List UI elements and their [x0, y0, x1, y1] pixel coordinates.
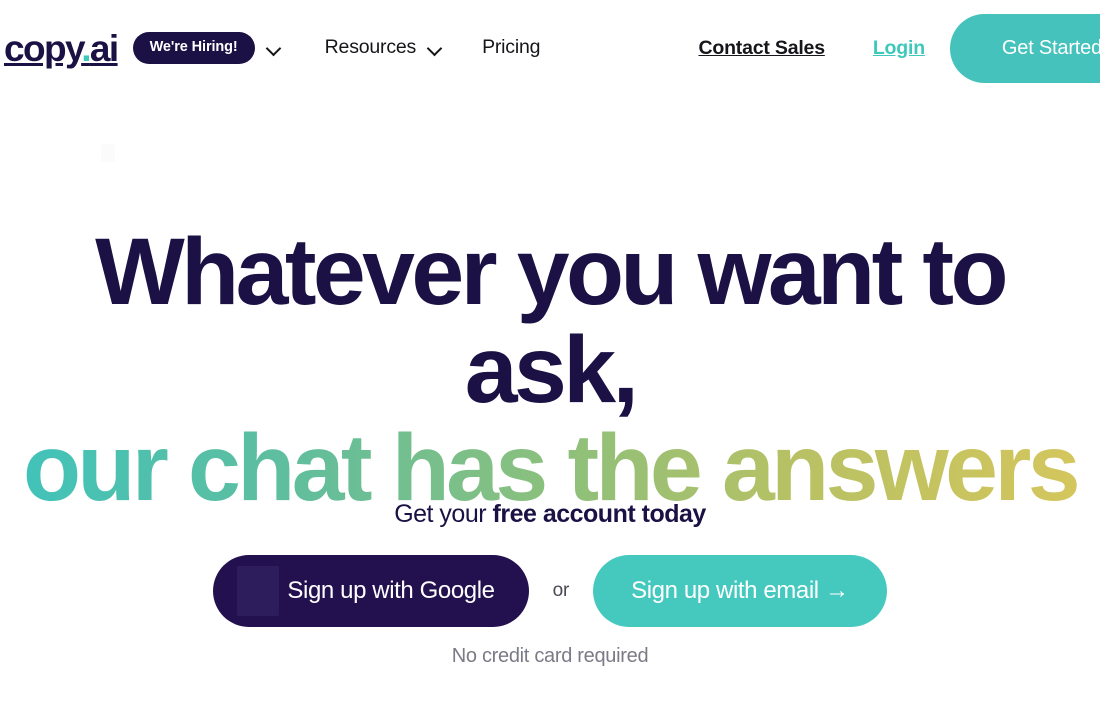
sign-up-with-google-label: Sign up with Google — [287, 577, 495, 604]
site-header: copy.ai We're Hiring! Resources Pricing … — [0, 0, 1100, 96]
no-credit-card-note: No credit card required — [451, 645, 649, 667]
hero-headline: Whatever you want to ask, our chat has t… — [0, 219, 1100, 518]
sign-up-with-email-button[interactable]: Sign up with email → — [593, 555, 887, 627]
headline-line-1: Whatever you want to ask, — [95, 219, 1008, 423]
logo-dot: . — [81, 27, 91, 69]
logo-text-ai: ai — [89, 27, 119, 69]
nav-item-resources-label: Resources — [324, 36, 417, 59]
sign-up-with-google-button[interactable]: Sign up with Google — [213, 555, 529, 627]
copyai-logo[interactable]: copy.ai — [4, 27, 119, 69]
nav-left-group: copy.ai We're Hiring! Resources Pricing — [0, 30, 540, 67]
get-started-button[interactable]: Get Started — [949, 13, 1100, 83]
hero-section: Whatever you want to ask, our chat has t… — [0, 96, 1100, 720]
google-logo-icon — [237, 566, 280, 616]
nav-item-pricing[interactable]: Pricing — [482, 38, 540, 58]
contact-sales-link[interactable]: Contact Sales — [698, 37, 825, 60]
nav-item-resources[interactable]: Resources — [325, 38, 442, 58]
subheading-emphasis: free account today — [492, 500, 707, 528]
logo-text-copy: copy — [4, 27, 83, 69]
login-link[interactable]: Login — [873, 37, 925, 60]
subheading-prefix: Get your — [394, 500, 493, 528]
chevron-down-icon[interactable] — [429, 42, 442, 55]
hiring-group[interactable]: We're Hiring! — [118, 32, 281, 64]
chevron-down-icon[interactable] — [268, 42, 281, 55]
were-hiring-badge[interactable]: We're Hiring! — [132, 32, 255, 64]
broken-image-artifact — [101, 144, 115, 162]
hero-subheading: Get your free account today — [0, 500, 1100, 529]
or-separator-label: or — [552, 580, 570, 601]
nav-right-group: Contact Sales Login Get Started — [698, 0, 1100, 96]
nav-item-pricing-label: Pricing — [482, 36, 541, 59]
cta-button-row: Sign up with Google or Sign up with emai… — [0, 555, 1100, 627]
